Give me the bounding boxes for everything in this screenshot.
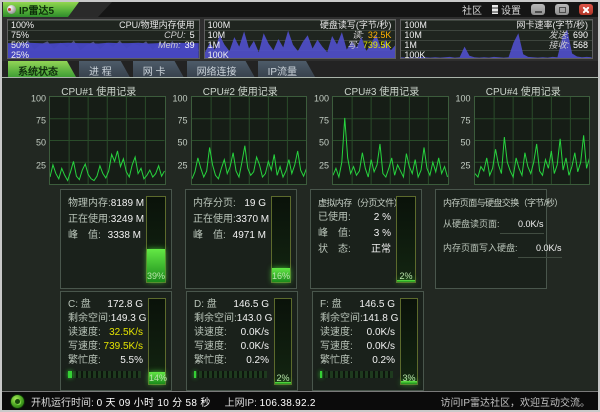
maximize-button[interactable]	[555, 4, 569, 15]
tab-network-adapter[interactable]: 网 卡	[133, 61, 184, 77]
scale-label: 100K	[208, 50, 229, 59]
y-axis-labels: 10075 5025	[174, 96, 191, 185]
cpu2-history-chart: CPU#2 使用记录 10075 5025	[174, 83, 308, 185]
minimize-button[interactable]	[531, 4, 545, 15]
minimize-icon	[535, 11, 542, 13]
memory-paging-gauge: 16%	[271, 196, 291, 283]
disk-c-panel: C: 盘172.8 G 剩余空间:149.3 G 读速度:32.5K/s 写速度…	[60, 291, 172, 391]
scale-label: 10M	[208, 30, 226, 40]
y-axis-labels: 10075 5025	[457, 96, 474, 185]
scale-label: 1M	[208, 40, 221, 50]
memory-panels-row: 物理内存:8189 M 正在使用:3249 M 峰 值:3338 M 39% 内…	[2, 189, 598, 289]
cpu-charts-row: CPU#1 使用记录 10075 5025 CPU#2 使用记录	[2, 81, 598, 189]
tab-label: 系统状态	[18, 67, 58, 78]
scale-label: 25%	[11, 50, 29, 59]
title-tab-area: IP雷达5	[2, 2, 162, 17]
disk-write-stat: 写:739.5K	[347, 40, 391, 50]
scale-label: 10M	[404, 30, 422, 40]
cpu4-plot	[474, 96, 591, 185]
physical-memory-gauge: 39%	[146, 196, 166, 283]
system-status-page: CPU#1 使用记录 10075 5025 CPU#2 使用记录	[2, 78, 598, 391]
disk-f-panel: F: 盘146.5 G 剩余空间:141.8 G 读速度:0.0K/s 写速度:…	[312, 291, 424, 391]
disk-d-panel: D: 盘146.5 G 剩余空间:143.0 G 读速度:0.0K/s 写速度:…	[186, 291, 298, 391]
disk-c-gauge: 14%	[148, 298, 166, 385]
titlebar: IP雷达5 社区 设置	[2, 2, 598, 17]
y-axis-labels: 10075 5025	[315, 96, 332, 185]
scale-label: 100M	[208, 20, 231, 30]
maximize-icon	[559, 7, 566, 13]
disk-d-gauge: 2%	[274, 298, 292, 385]
app-title: IP雷达5	[19, 2, 54, 17]
disk-f-gauge: 3%	[400, 298, 418, 385]
cpu3-plot	[332, 96, 449, 185]
settings-icon	[492, 5, 498, 14]
scale-label: 75%	[11, 30, 29, 40]
graph-header: CPU/物理内存使用	[119, 20, 195, 30]
app-window: IP雷达5 社区 设置 100% 75% 50% 25% CPU/物理内存使用	[0, 0, 600, 412]
tab-label: IP流量	[268, 67, 297, 78]
disk-f-busy-bar	[320, 371, 393, 378]
close-button[interactable]	[579, 4, 593, 15]
tab-network-connections[interactable]: 网络连接	[187, 61, 255, 77]
uptime-icon	[10, 394, 25, 409]
cpu-stat: CPU:5	[164, 30, 195, 40]
app-icon	[7, 5, 16, 14]
cpu1-plot	[49, 96, 166, 185]
cpu3-history-chart: CPU#3 使用记录 10075 5025	[315, 83, 449, 185]
internet-ip-text: 上网IP: 106.38.92.2	[225, 394, 316, 409]
chart-title: CPU#1 使用记录	[32, 83, 166, 96]
net-recv-stat: 接收:568	[548, 40, 588, 50]
cpu1-history-chart: CPU#1 使用记录 10075 5025	[32, 83, 166, 185]
tab-ip-traffic[interactable]: IP流量	[258, 61, 315, 77]
tab-system-status[interactable]: 系统状态	[8, 61, 76, 77]
top-graphs: 100% 75% 50% 25% CPU/物理内存使用 CPU:5 Mem:39…	[2, 17, 598, 61]
tab-bar: 系统状态 进 程 网 卡 网络连接 IP流量	[2, 61, 598, 78]
tab-processes[interactable]: 进 程	[79, 61, 130, 77]
memory-paging-panel: 内存分页:19 G 正在使用:3370 M 峰 值:4971 M 16%	[185, 189, 297, 289]
status-bar: 开机运行时间: 0 天 09 小时 10 分 58 秒 上网IP: 106.38…	[2, 391, 598, 410]
chart-title: CPU#3 使用记录	[315, 83, 449, 96]
cpu-memory-usage-graph: 100% 75% 50% 25% CPU/物理内存使用 CPU:5 Mem:39	[7, 19, 200, 59]
chart-title: CPU#4 使用记录	[457, 83, 591, 96]
y-axis-labels: 10075 5025	[32, 96, 49, 185]
scale-label: 100K	[404, 50, 425, 59]
close-icon	[582, 6, 590, 14]
tab-label: 网 卡	[143, 67, 166, 78]
disk-c-busy-bar	[68, 371, 141, 378]
virtual-memory-gauge: 2%	[396, 196, 416, 283]
app-title-tab: IP雷达5	[3, 2, 79, 17]
scale-label: 100M	[404, 20, 427, 30]
chart-title: CPU#2 使用记录	[174, 83, 308, 96]
virtual-memory-panel: 虚拟内存（分页文件） 已使用:2 % 峰 值:3 % 状 态:正常 2%	[310, 189, 422, 289]
community-message: 访问IP雷达社区，欢迎互动交流。	[441, 394, 590, 409]
disk-io-graph: 100M 10M 1M 100K 硬盘读写(字节/秒) 读:32.5K 写:73…	[204, 19, 397, 59]
scale-label: 100%	[11, 20, 34, 30]
tab-label: 网络连接	[197, 67, 237, 78]
memory-swap-panel: 内存页面与硬盘交换（字节/秒） 从硬盘读页面:0.0K/s 内存页面写入硬盘:0…	[435, 189, 547, 289]
disk-read-stat: 读:32.5K	[352, 30, 391, 40]
net-send-stat: 发送:690	[548, 30, 588, 40]
settings-button[interactable]: 设置	[492, 2, 521, 17]
graph-header: 网卡速率(字节/秒)	[517, 20, 589, 30]
disk-d-busy-bar	[194, 371, 267, 378]
graph-header: 硬盘读写(字节/秒)	[320, 20, 392, 30]
cpu2-plot	[191, 96, 308, 185]
mem-stat: Mem:39	[158, 40, 195, 50]
disk-panels-row: C: 盘172.8 G 剩余空间:149.3 G 读速度:32.5K/s 写速度…	[2, 291, 598, 391]
scale-label: 1M	[404, 40, 417, 50]
tab-label: 进 程	[89, 67, 112, 78]
settings-label: 设置	[501, 2, 521, 17]
uptime-text: 开机运行时间: 0 天 09 小时 10 分 58 秒	[31, 394, 211, 409]
titlebar-controls: 社区 设置	[462, 2, 598, 17]
network-rate-graph: 100M 10M 1M 100K 网卡速率(字节/秒) 发送:690 接收:56…	[400, 19, 593, 59]
scale-label: 50%	[11, 40, 29, 50]
community-link[interactable]: 社区	[462, 2, 482, 17]
physical-memory-panel: 物理内存:8189 M 正在使用:3249 M 峰 值:3338 M 39%	[60, 189, 172, 289]
cpu4-history-chart: CPU#4 使用记录 10075 5025	[457, 83, 591, 185]
